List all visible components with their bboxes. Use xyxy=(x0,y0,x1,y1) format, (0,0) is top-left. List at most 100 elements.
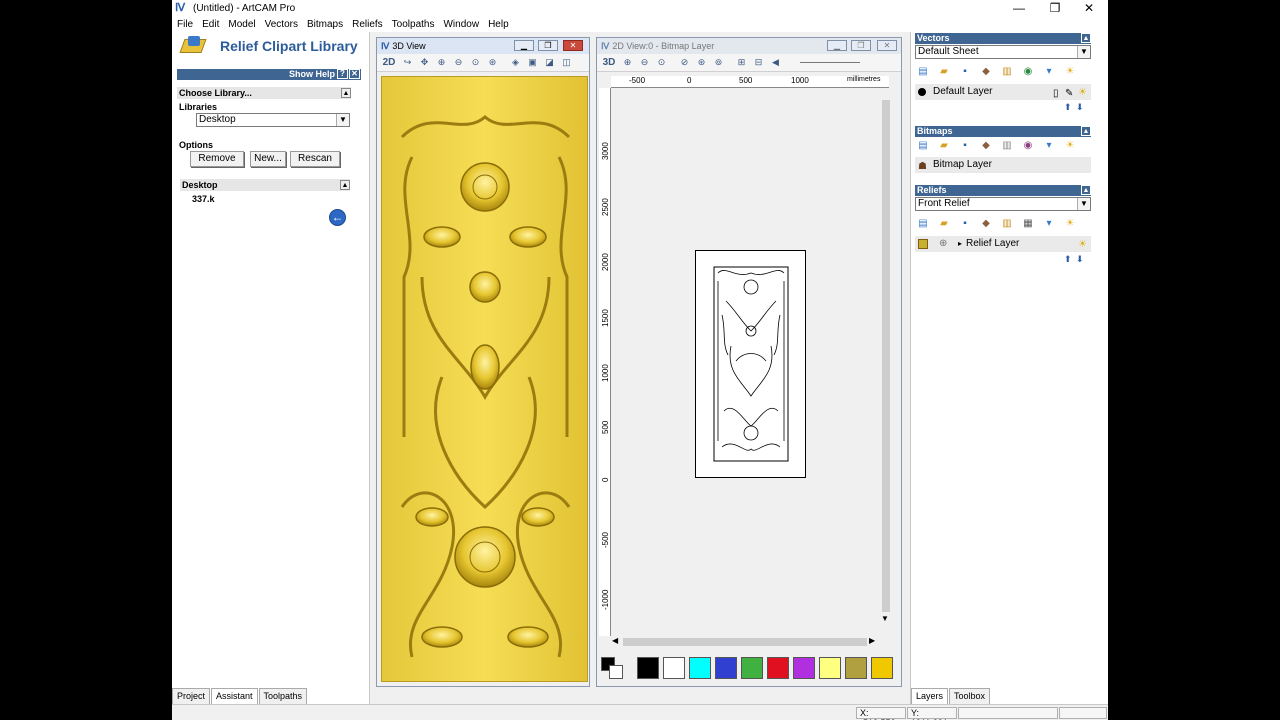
restore-view-button[interactable]: ❐ xyxy=(851,40,871,51)
menu-vectors[interactable]: Vectors xyxy=(265,19,298,30)
tab-toolbox[interactable]: Toolbox xyxy=(949,688,991,704)
zoom-out-icon[interactable]: ⊖ xyxy=(452,56,465,69)
back-icon[interactable]: ◀ xyxy=(769,56,782,69)
vectors-header[interactable]: Vectors ▲ xyxy=(915,33,1091,44)
side-view-icon[interactable]: ◪ xyxy=(543,56,556,69)
show-help-link[interactable]: Show Help xyxy=(289,69,335,80)
open-folder-icon[interactable]: ▰ xyxy=(938,218,950,230)
chevron-down-icon[interactable]: ▼ xyxy=(1077,46,1090,58)
new-layer-icon[interactable]: ▤ xyxy=(917,218,929,230)
move-icon[interactable]: ✥ xyxy=(418,56,431,69)
library-select[interactable]: Desktop ▼ xyxy=(196,113,350,127)
close-view-button[interactable]: ✕ xyxy=(877,40,897,51)
vertical-scrollbar[interactable]: ▼ xyxy=(881,88,891,636)
iso-view-icon[interactable]: ◈ xyxy=(509,56,522,69)
zoom-all-icon[interactable]: ⊚ xyxy=(712,56,725,69)
primary-secondary-colour[interactable] xyxy=(601,657,623,679)
zoom-in-icon[interactable]: ⊕ xyxy=(621,56,634,69)
colour-swatch-white[interactable] xyxy=(663,657,685,679)
open-folder-icon[interactable]: ▰ xyxy=(938,66,950,78)
delete-layer-icon[interactable]: ▾ xyxy=(1043,218,1055,230)
import-icon[interactable]: ▥ xyxy=(1001,218,1013,230)
menu-bitmaps[interactable]: Bitmaps xyxy=(307,19,343,30)
relief-combine-mode-icon[interactable]: ⊕ xyxy=(939,236,947,252)
rescan-button[interactable]: Rescan xyxy=(290,151,340,167)
align-icon[interactable]: ⊟ xyxy=(752,56,765,69)
lightbulb-icon[interactable]: ☀ xyxy=(1064,140,1076,152)
desktop-section[interactable]: Desktop ▲ xyxy=(180,179,350,191)
copy-layer-icon[interactable]: ◆ xyxy=(980,66,992,78)
zoom-previous-icon[interactable]: ⊘ xyxy=(678,56,691,69)
visibility-bulb-icon[interactable]: ☀ xyxy=(1078,85,1087,101)
edit-pen-icon[interactable]: ✎ xyxy=(1065,86,1073,102)
menu-toolpaths[interactable]: Toolpaths xyxy=(392,19,435,30)
menu-window[interactable]: Window xyxy=(443,19,479,30)
maximize-button[interactable]: ❐ xyxy=(1038,0,1072,16)
default-layer-row[interactable]: Default Layer ▯ ✎ ☀ xyxy=(915,84,1091,100)
import-icon[interactable]: ▥ xyxy=(1001,66,1013,78)
merge-icon[interactable]: ◉ xyxy=(1022,66,1034,78)
vertical-scrollbar-thumb[interactable] xyxy=(882,100,890,612)
copy-layer-icon[interactable]: ◆ xyxy=(980,140,992,152)
colour-swatch-red[interactable] xyxy=(767,657,789,679)
horizontal-scrollbar-thumb[interactable] xyxy=(623,638,867,646)
minimize-button[interactable]: — xyxy=(1002,0,1036,16)
collapse-up-icon[interactable]: ▲ xyxy=(1081,126,1091,136)
minimize-view-button[interactable]: ▁ xyxy=(514,40,534,51)
colour-swatch-black[interactable] xyxy=(637,657,659,679)
relief-layer-row[interactable]: ⊕ ▸ Relief Layer ☀ xyxy=(915,236,1091,252)
tab-layers[interactable]: Layers xyxy=(911,688,949,704)
horizontal-scrollbar[interactable]: ◀ ▶ xyxy=(611,636,881,648)
restore-view-button[interactable]: ❐ xyxy=(538,40,558,51)
3d-relief-viewport[interactable] xyxy=(381,76,588,682)
expand-arrow-icon[interactable]: ▸ xyxy=(958,236,962,252)
colour-swatch-light-yellow[interactable] xyxy=(819,657,841,679)
scroll-down-icon[interactable]: ▼ xyxy=(881,614,889,623)
help-question-button[interactable]: ? xyxy=(337,69,348,79)
chevron-down-icon[interactable]: ▼ xyxy=(336,114,349,126)
collapse-up-icon[interactable]: ▲ xyxy=(1081,185,1091,195)
new-layer-icon[interactable]: ▤ xyxy=(917,66,929,78)
lock-icon[interactable]: ▯ xyxy=(1053,86,1059,102)
colour-swatch-purple[interactable] xyxy=(793,657,815,679)
front-view-icon[interactable]: ▣ xyxy=(526,56,539,69)
save-icon[interactable]: ▪ xyxy=(959,218,971,230)
tab-toolpaths[interactable]: Toolpaths xyxy=(258,688,308,704)
collapse-up-icon[interactable]: ▲ xyxy=(341,88,351,98)
top-view-icon[interactable]: ◫ xyxy=(560,56,573,69)
tab-project[interactable]: Project xyxy=(172,688,211,704)
collapse-up-icon[interactable]: ▲ xyxy=(340,180,350,190)
copy-layer-icon[interactable]: ◆ xyxy=(980,218,992,230)
pan-arrow-icon[interactable]: ↪ xyxy=(401,56,414,69)
scroll-left-icon[interactable]: ◀ xyxy=(612,636,618,645)
save-icon[interactable]: ▪ xyxy=(959,66,971,78)
colour-swatch-green[interactable] xyxy=(741,657,763,679)
clipart-file-item[interactable]: 337.k xyxy=(192,194,215,204)
tab-assistant[interactable]: Assistant xyxy=(211,688,258,704)
zoom-box-icon[interactable]: ⊛ xyxy=(486,56,499,69)
collapse-up-icon[interactable]: ▲ xyxy=(1081,33,1091,43)
menu-edit[interactable]: Edit xyxy=(202,19,219,30)
scroll-right-icon[interactable]: ▶ xyxy=(869,636,875,645)
colour-swatch-cyan[interactable] xyxy=(689,657,711,679)
layer-colour-dot[interactable] xyxy=(918,88,926,96)
zoom-fit-icon[interactable]: ⊙ xyxy=(469,56,482,69)
colour-swatch-blue[interactable] xyxy=(715,657,737,679)
zoom-fit-icon[interactable]: ⊙ xyxy=(655,56,668,69)
zoom-slider[interactable] xyxy=(800,62,860,63)
move-layer-down-icon[interactable]: ⬇ xyxy=(1076,102,1084,113)
open-folder-icon[interactable]: ▰ xyxy=(938,140,950,152)
lightbulb-icon[interactable]: ☀ xyxy=(1064,218,1076,230)
move-layer-up-icon[interactable]: ⬆ xyxy=(1064,102,1072,113)
delete-layer-icon[interactable]: ▾ xyxy=(1043,140,1055,152)
combine-icon[interactable]: ▦ xyxy=(1022,218,1034,230)
colour-swatch-yellow[interactable] xyxy=(871,657,893,679)
back-arrow-icon[interactable]: ← xyxy=(329,209,346,226)
menu-file[interactable]: File xyxy=(177,19,193,30)
close-button[interactable]: ✕ xyxy=(1072,0,1106,16)
lightbulb-icon[interactable]: ☀ xyxy=(1064,66,1076,78)
snap-icon[interactable]: ⊞ xyxy=(735,56,748,69)
switch-2d-button[interactable]: 2D xyxy=(381,56,397,69)
close-panel-button[interactable]: ✕ xyxy=(349,69,360,79)
choose-library-section[interactable]: Choose Library... ▲ xyxy=(177,87,351,99)
